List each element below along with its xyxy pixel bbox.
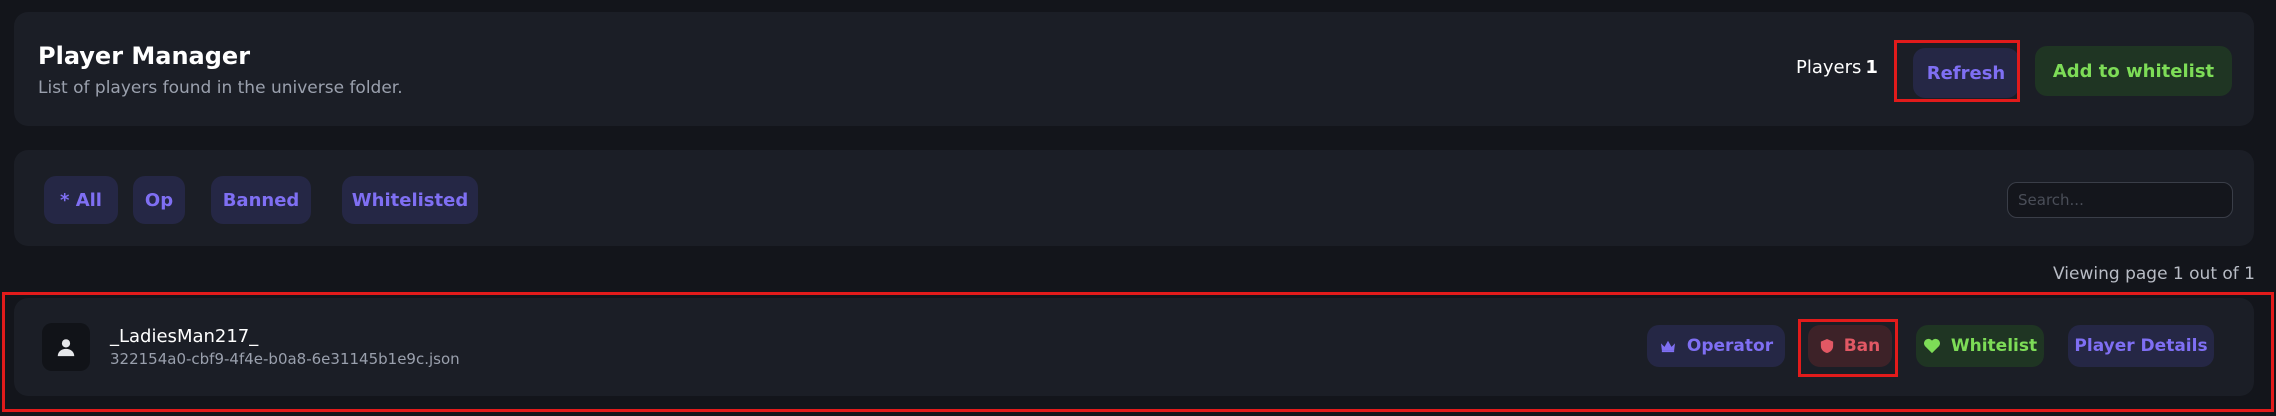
avatar [42,323,90,371]
refresh-button[interactable]: Refresh [1913,48,2019,98]
add-to-whitelist-label: Add to whitelist [2052,60,2215,82]
refresh-button-label: Refresh [1926,62,2006,84]
page-title: Player Manager [38,42,251,70]
filter-tab-all-label: * All [60,189,102,211]
players-count: Players 1 [1796,57,1878,78]
players-count-value: 1 [1865,57,1878,78]
filter-tab-banned-label: Banned [222,189,300,211]
user-icon [57,339,75,357]
header-card: Player Manager List of players found in … [14,12,2254,126]
heart-icon [1923,338,1940,354]
ban-button[interactable]: Ban [1808,325,1892,367]
ban-button-label: Ban [1843,336,1881,356]
filter-tab-whitelisted-label: Whitelisted [351,189,469,211]
player-row: _LadiesMan217_ 322154a0-cbf9-4f4e-b0a8-6… [14,298,2254,396]
shield-icon [1820,339,1833,353]
player-name: _LadiesMan217_ [110,326,259,347]
filter-tab-op[interactable]: Op [133,176,185,224]
page-subtitle: List of players found in the universe fo… [38,78,403,98]
filter-tab-op-label: Op [144,189,174,211]
player-file: 322154a0-cbf9-4f4e-b0a8-6e31145b1e9c.jso… [110,350,460,368]
player-details-button[interactable]: Player Details [2068,325,2214,367]
pagination-status: Viewing page 1 out of 1 [2053,264,2255,284]
whitelist-button[interactable]: Whitelist [1916,325,2044,367]
whitelist-button-label: Whitelist [1950,336,2038,356]
player-details-label: Player Details [2074,336,2208,356]
add-to-whitelist-button[interactable]: Add to whitelist [2035,46,2232,96]
filter-tab-all[interactable]: * All [44,176,118,224]
crown-icon [1660,340,1675,353]
search-input[interactable] [2007,182,2233,218]
operator-button[interactable]: Operator [1647,325,1785,367]
operator-button-label: Operator [1686,336,1774,356]
players-count-label: Players [1796,57,1862,78]
filters-card: * All Op Banned Whitelisted [14,150,2254,246]
filter-tab-banned[interactable]: Banned [211,176,311,224]
filter-tab-whitelisted[interactable]: Whitelisted [342,176,478,224]
